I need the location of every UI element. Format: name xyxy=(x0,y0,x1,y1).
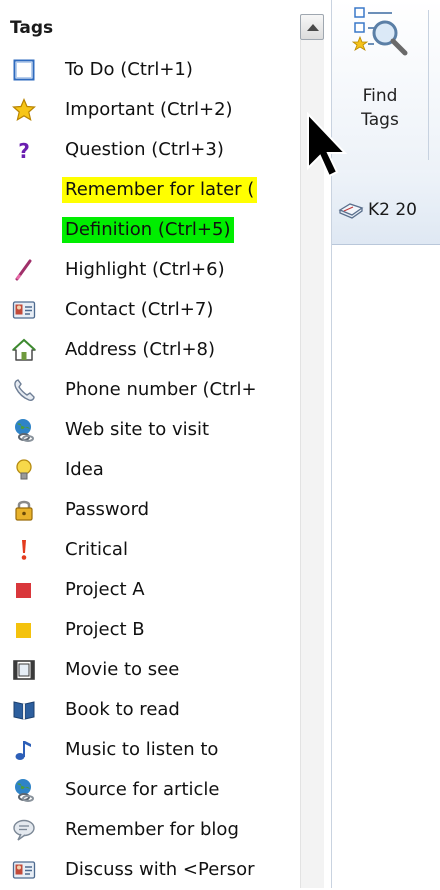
tag-label: Important (Ctrl+2) xyxy=(65,99,233,120)
tag-label: Question (Ctrl+3) xyxy=(65,139,224,160)
tag-item[interactable]: Important (Ctrl+2) xyxy=(0,90,300,130)
tag-label: Contact (Ctrl+7) xyxy=(65,299,214,320)
globe-link-icon xyxy=(12,778,36,802)
globe-link-icon xyxy=(12,418,36,442)
tag-item[interactable]: Project B xyxy=(0,610,300,650)
tag-label: Project A xyxy=(65,579,145,600)
tag-item[interactable]: Critical xyxy=(0,530,300,570)
padlock-icon xyxy=(12,498,36,522)
yellow-square-icon xyxy=(12,618,36,642)
tag-label: Remember for blog xyxy=(65,819,239,840)
tag-item[interactable]: Book to read xyxy=(0,690,300,730)
tag-item[interactable]: Music to listen to xyxy=(0,730,300,770)
tag-label: Web site to visit xyxy=(65,419,210,440)
tag-label: Idea xyxy=(65,459,104,480)
tag-label: Discuss with <Persor xyxy=(65,859,255,880)
tag-item[interactable]: Movie to see xyxy=(0,650,300,690)
ribbon-divider xyxy=(428,10,429,160)
tag-item[interactable]: Source for article xyxy=(0,770,300,810)
tag-item[interactable]: To Do (Ctrl+1) xyxy=(0,50,300,90)
tag-icon-blank xyxy=(12,218,36,242)
book-icon xyxy=(12,698,36,722)
notebook-tab[interactable]: K2 20 xyxy=(338,180,440,240)
tag-label: Music to listen to xyxy=(65,739,219,760)
question-mark-icon: ? xyxy=(12,138,36,162)
tag-item[interactable]: Web site to visit xyxy=(0,410,300,450)
star-icon xyxy=(12,98,36,122)
contact-card-icon xyxy=(12,298,36,322)
tag-item[interactable]: Idea xyxy=(0,450,300,490)
tag-item[interactable]: Remember for blog xyxy=(0,810,300,850)
tag-item[interactable]: ? Question (Ctrl+3) xyxy=(0,130,300,170)
tag-label: Book to read xyxy=(65,699,180,720)
film-icon xyxy=(12,658,36,682)
lightbulb-icon xyxy=(12,458,36,482)
phone-icon xyxy=(12,378,36,402)
tag-label: Project B xyxy=(65,619,145,640)
tag-label: Phone number (Ctrl+ xyxy=(65,379,257,400)
scroll-up-button[interactable] xyxy=(300,14,324,40)
panel-title: Tags xyxy=(10,18,54,38)
tag-label: Highlight (Ctrl+6) xyxy=(65,259,225,280)
house-icon xyxy=(12,338,36,362)
tag-item[interactable]: Remember for later ( xyxy=(0,170,300,210)
tag-label: Movie to see xyxy=(65,659,180,680)
todo-checkbox-icon xyxy=(12,58,36,82)
find-tags-button[interactable]: Find Tags xyxy=(342,6,418,140)
exclamation-icon xyxy=(12,538,36,562)
tag-item[interactable]: Highlight (Ctrl+6) xyxy=(0,250,300,290)
tag-item[interactable]: Discuss with <Persor xyxy=(0,850,300,890)
notebook-tab-label: K2 20 xyxy=(368,200,417,220)
tag-item[interactable]: Definition (Ctrl+5) xyxy=(0,210,300,250)
tag-item[interactable]: Contact (Ctrl+7) xyxy=(0,290,300,330)
tag-label: Password xyxy=(65,499,150,520)
tag-label: Address (Ctrl+8) xyxy=(65,339,216,360)
speech-bubble-icon xyxy=(12,818,36,842)
contact-card-icon xyxy=(12,858,36,882)
tag-label: Remember for later ( xyxy=(62,177,258,203)
tag-label: Critical xyxy=(65,539,128,560)
find-tags-label: Find Tags xyxy=(361,86,399,130)
page-content-area[interactable] xyxy=(332,245,440,888)
tag-label: Source for article xyxy=(65,779,220,800)
tag-item[interactable]: Phone number (Ctrl+ xyxy=(0,370,300,410)
tag-label: Definition (Ctrl+5) xyxy=(62,217,234,243)
tags-gallery-panel: Tags To Do (Ctrl+1) Important (Ctrl+2)? Qu… xyxy=(0,0,332,888)
red-square-icon xyxy=(12,578,36,602)
mouse-cursor-icon xyxy=(307,112,348,178)
svg-text:?: ? xyxy=(18,139,30,162)
find-tags-icon xyxy=(352,7,408,56)
tag-label: To Do (Ctrl+1) xyxy=(65,59,193,80)
notebook-icon xyxy=(338,203,364,219)
tag-item[interactable]: Address (Ctrl+8) xyxy=(0,330,300,370)
highlighter-pen-icon xyxy=(12,258,36,282)
tag-item[interactable]: Password xyxy=(0,490,300,530)
tag-list: To Do (Ctrl+1) Important (Ctrl+2)? Questio… xyxy=(0,50,300,890)
music-note-icon xyxy=(12,738,36,762)
tag-item[interactable]: Project A xyxy=(0,570,300,610)
tag-icon-blank xyxy=(12,178,36,202)
